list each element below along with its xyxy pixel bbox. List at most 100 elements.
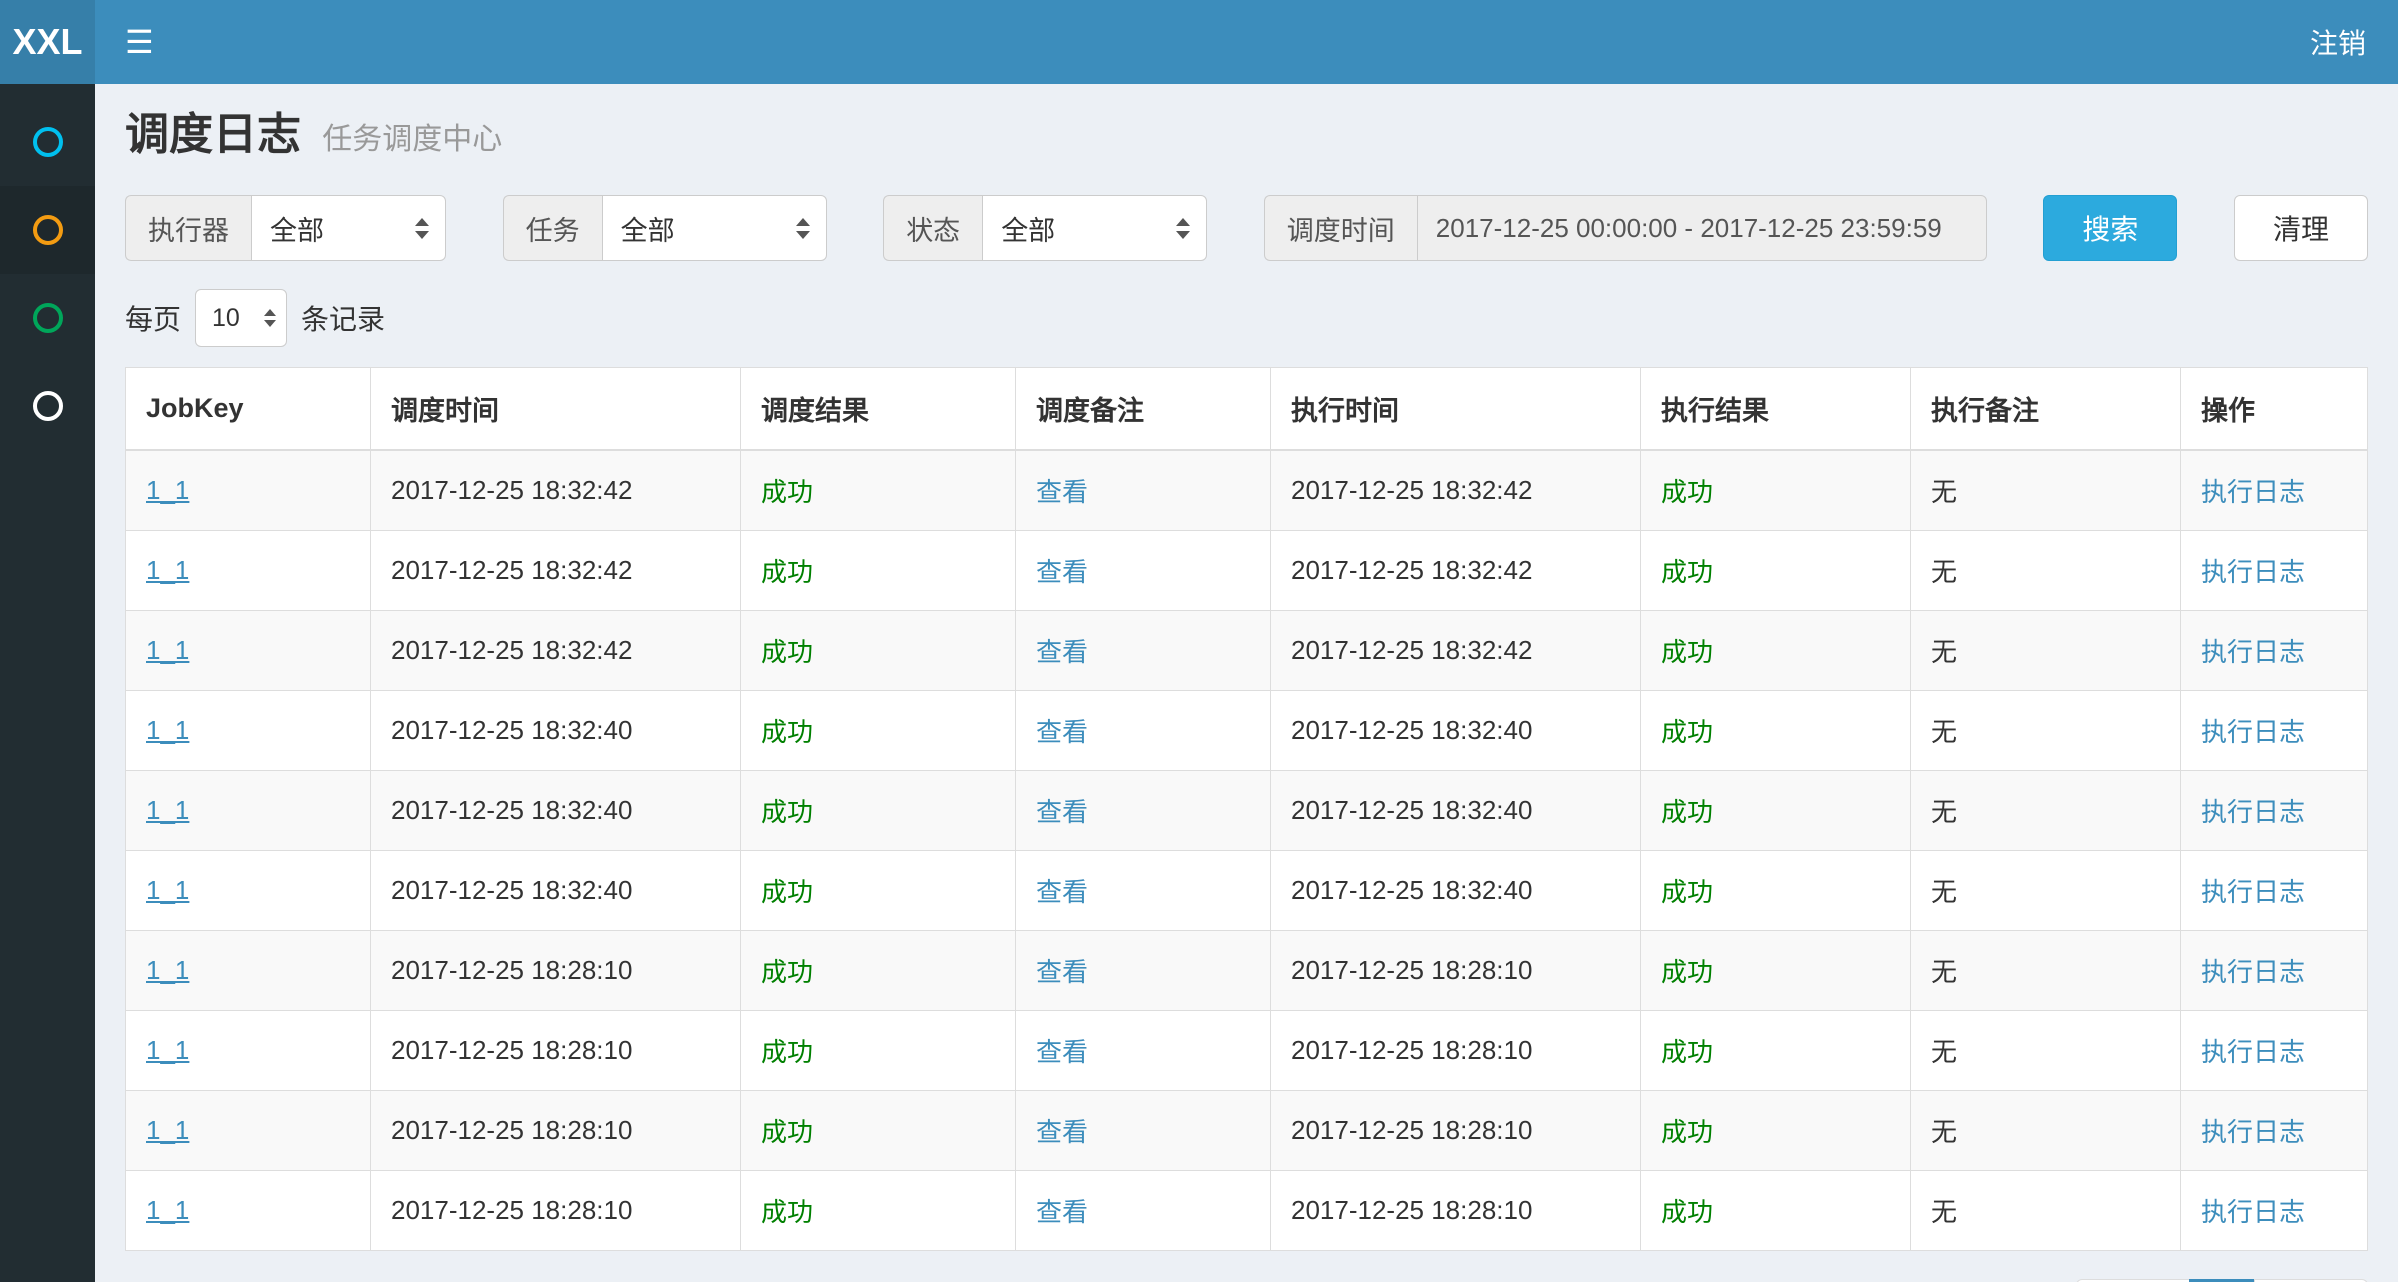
trigger-result-text: 成功 (761, 957, 813, 987)
trigger-msg-link[interactable]: 查看 (1036, 877, 1088, 907)
page-size-control: 每页 10 条记录 (125, 289, 2368, 347)
handle-time-cell: 2017-12-25 18:28:10 (1271, 1171, 1641, 1251)
executor-filter-label: 执行器 (125, 195, 251, 261)
page-size-prefix-label: 每页 (125, 298, 181, 338)
handle-msg-cell: 无 (1911, 450, 2181, 531)
handle-result-text: 成功 (1661, 717, 1713, 747)
handle-result-text: 成功 (1661, 957, 1713, 987)
logout-link[interactable]: 注销 (2278, 0, 2398, 84)
select-arrows-icon (1176, 218, 1190, 239)
executor-select-value: 全部 (270, 209, 324, 248)
status-filter-group: 状态 全部 (883, 195, 1207, 261)
trigger-result-text: 成功 (761, 1197, 813, 1227)
trigger-msg-link[interactable]: 查看 (1036, 797, 1088, 827)
jobkey-link[interactable]: 1_1 (146, 795, 189, 825)
trigger-msg-link[interactable]: 查看 (1036, 557, 1088, 587)
handle-result-text: 成功 (1661, 1197, 1713, 1227)
executor-select[interactable]: 全部 (251, 195, 446, 261)
status-select[interactable]: 全部 (982, 195, 1207, 261)
handle-result-text: 成功 (1661, 877, 1713, 907)
column-header[interactable]: 操作 (2181, 368, 2368, 451)
exec-log-link[interactable]: 执行日志 (2201, 557, 2305, 587)
sidebar-item-2[interactable] (0, 186, 95, 274)
table-row: 1_1 2017-12-25 18:28:10 成功 查看 2017-12-25… (126, 1171, 2368, 1251)
trigger-time-cell: 2017-12-25 18:28:10 (371, 931, 741, 1011)
sidebar-item-1[interactable] (0, 98, 95, 186)
trigger-time-cell: 2017-12-25 18:28:10 (371, 1011, 741, 1091)
handle-msg-cell: 无 (1911, 1091, 2181, 1171)
jobkey-link[interactable]: 1_1 (146, 475, 189, 505)
circle-icon (33, 215, 63, 245)
exec-log-link[interactable]: 执行日志 (2201, 797, 2305, 827)
jobkey-link[interactable]: 1_1 (146, 555, 189, 585)
column-header[interactable]: 执行时间 (1271, 368, 1641, 451)
trigger-time-cell: 2017-12-25 18:32:42 (371, 450, 741, 531)
trigger-msg-link[interactable]: 查看 (1036, 1037, 1088, 1067)
page-size-select[interactable]: 10 (195, 289, 287, 347)
sidebar-item-4[interactable] (0, 362, 95, 450)
trigger-result-text: 成功 (761, 1037, 813, 1067)
handle-time-cell: 2017-12-25 18:28:10 (1271, 1011, 1641, 1091)
column-header[interactable]: 调度结果 (741, 368, 1016, 451)
trigger-time-cell: 2017-12-25 18:32:40 (371, 771, 741, 851)
trigger-time-cell: 2017-12-25 18:32:42 (371, 611, 741, 691)
trigger-msg-link[interactable]: 查看 (1036, 1197, 1088, 1227)
handle-msg-cell: 无 (1911, 1171, 2181, 1251)
column-header[interactable]: 调度时间 (371, 368, 741, 451)
sidebar (0, 84, 95, 1282)
page-header: 调度日志 任务调度中心 (125, 108, 2368, 167)
column-header[interactable]: 执行备注 (1911, 368, 2181, 451)
dispatch-log-table: JobKey调度时间调度结果调度备注执行时间执行结果执行备注操作 1_1 201… (125, 367, 2368, 1251)
handle-time-cell: 2017-12-25 18:32:40 (1271, 691, 1641, 771)
exec-log-link[interactable]: 执行日志 (2201, 477, 2305, 507)
trigger-time-cell: 2017-12-25 18:28:10 (371, 1091, 741, 1171)
trigger-time-cell: 2017-12-25 18:32:40 (371, 851, 741, 931)
app-logo[interactable]: XXL (0, 0, 95, 84)
trigger-time-range-input[interactable] (1417, 195, 1987, 261)
job-filter-label: 任务 (503, 195, 602, 261)
trigger-result-text: 成功 (761, 637, 813, 667)
trigger-msg-link[interactable]: 查看 (1036, 957, 1088, 987)
jobkey-link[interactable]: 1_1 (146, 955, 189, 985)
trigger-time-cell: 2017-12-25 18:28:10 (371, 1171, 741, 1251)
column-header[interactable]: 执行结果 (1641, 368, 1911, 451)
trigger-msg-link[interactable]: 查看 (1036, 477, 1088, 507)
exec-log-link[interactable]: 执行日志 (2201, 877, 2305, 907)
exec-log-link[interactable]: 执行日志 (2201, 1197, 2305, 1227)
trigger-msg-link[interactable]: 查看 (1036, 1117, 1088, 1147)
search-button[interactable]: 搜索 (2043, 195, 2177, 261)
trigger-msg-link[interactable]: 查看 (1036, 717, 1088, 747)
select-arrows-icon (264, 309, 276, 327)
trigger-result-text: 成功 (761, 877, 813, 907)
jobkey-link[interactable]: 1_1 (146, 875, 189, 905)
clear-button[interactable]: 清理 (2234, 195, 2368, 261)
job-select[interactable]: 全部 (602, 195, 827, 261)
handle-time-cell: 2017-12-25 18:32:42 (1271, 450, 1641, 531)
jobkey-link[interactable]: 1_1 (146, 715, 189, 745)
handle-msg-cell: 无 (1911, 1011, 2181, 1091)
jobkey-link[interactable]: 1_1 (146, 635, 189, 665)
status-select-value: 全部 (1001, 209, 1055, 248)
column-header[interactable]: 调度备注 (1016, 368, 1271, 451)
table-row: 1_1 2017-12-25 18:28:10 成功 查看 2017-12-25… (126, 1091, 2368, 1171)
sidebar-item-3[interactable] (0, 274, 95, 362)
exec-log-link[interactable]: 执行日志 (2201, 1037, 2305, 1067)
jobkey-link[interactable]: 1_1 (146, 1115, 189, 1145)
circle-icon (33, 127, 63, 157)
handle-time-cell: 2017-12-25 18:32:42 (1271, 611, 1641, 691)
page-size-select-value: 10 (212, 304, 240, 333)
exec-log-link[interactable]: 执行日志 (2201, 957, 2305, 987)
jobkey-link[interactable]: 1_1 (146, 1035, 189, 1065)
exec-log-link[interactable]: 执行日志 (2201, 637, 2305, 667)
column-header[interactable]: JobKey (126, 368, 371, 451)
trigger-msg-link[interactable]: 查看 (1036, 637, 1088, 667)
handle-time-cell: 2017-12-25 18:32:40 (1271, 851, 1641, 931)
exec-log-link[interactable]: 执行日志 (2201, 1117, 2305, 1147)
handle-result-text: 成功 (1661, 1117, 1713, 1147)
sidebar-toggle-button[interactable]: ☰ (95, 0, 184, 84)
exec-log-link[interactable]: 执行日志 (2201, 717, 2305, 747)
main-wrapper: 调度日志 任务调度中心 执行器 全部 任务 全部 状态 (0, 84, 2398, 1282)
jobkey-link[interactable]: 1_1 (146, 1195, 189, 1225)
page-subtitle: 任务调度中心 (322, 123, 502, 156)
handle-time-cell: 2017-12-25 18:32:40 (1271, 771, 1641, 851)
